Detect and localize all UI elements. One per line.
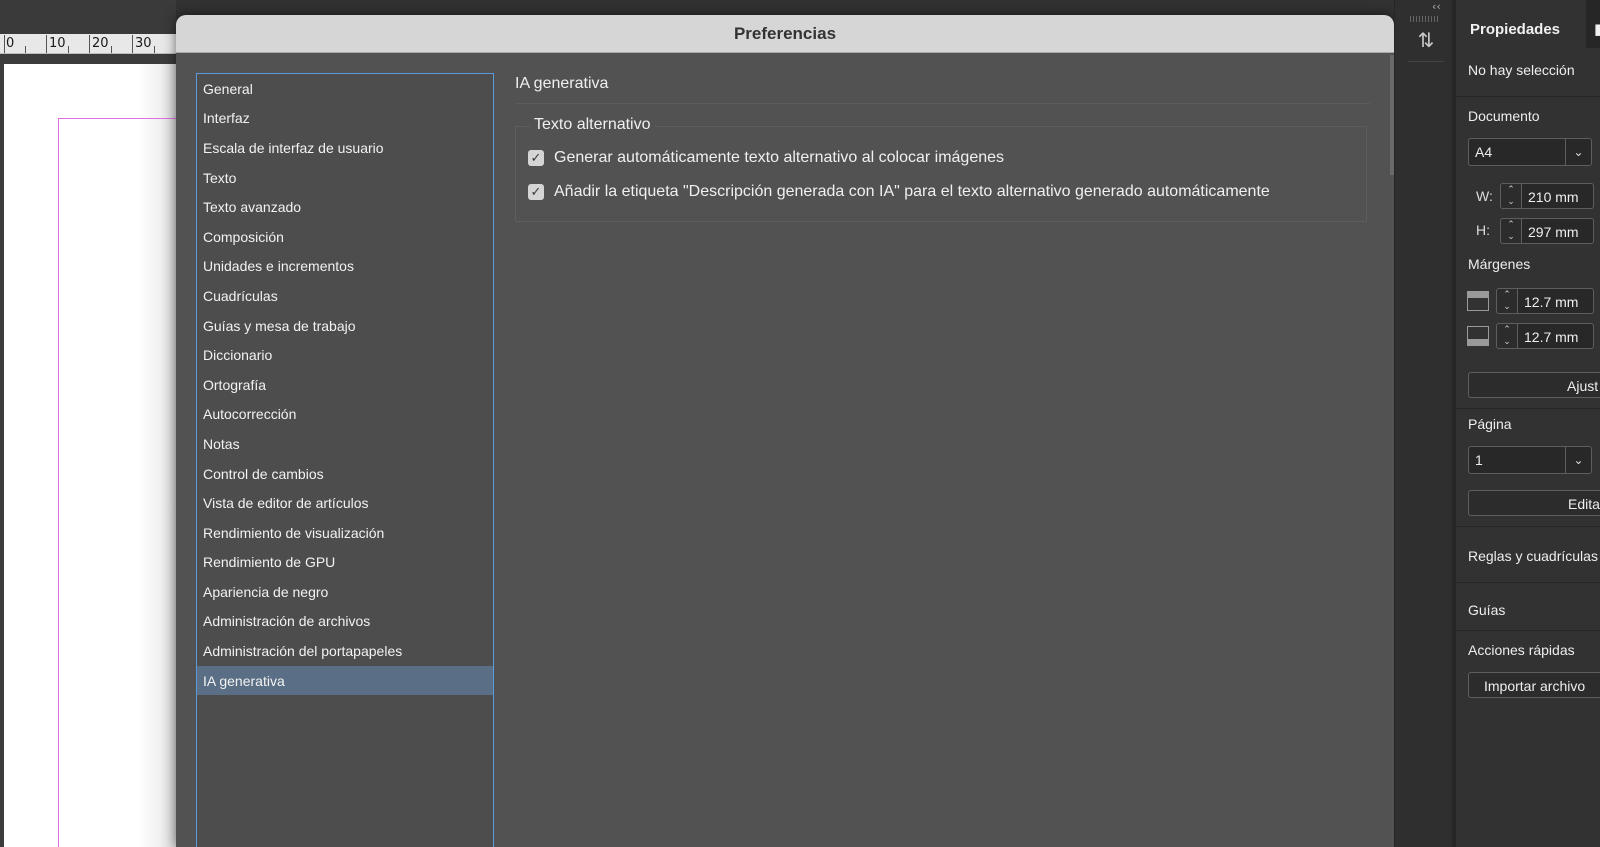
nav-item[interactable]: Texto avanzado — [197, 192, 493, 222]
option-ai-label-tag[interactable]: ✓ Añadir la etiqueta "Descripción genera… — [528, 175, 1354, 209]
separator — [1456, 96, 1600, 97]
properties-panel: Propiedades ▮ No hay selección Documento… — [1456, 0, 1600, 847]
nav-item[interactable]: Rendimiento de GPU — [197, 548, 493, 578]
preferences-category-list[interactable]: General Interfaz Escala de interfaz de usu… — [196, 73, 494, 847]
nav-item[interactable]: Cuadrículas — [197, 281, 493, 311]
ruler-label: 30 — [135, 36, 152, 51]
auto-alt-text-checkbox[interactable]: ✓ — [528, 150, 544, 166]
group-title: Texto alternativo — [530, 116, 655, 134]
chevron-down-icon[interactable]: ⌄ — [1565, 447, 1591, 473]
height-label: H: — [1476, 222, 1490, 238]
nav-item[interactable]: Autocorrección — [197, 400, 493, 430]
margin-bottom-input[interactable]: 12.7 mm — [1518, 323, 1594, 349]
nav-item[interactable]: Notas — [197, 429, 493, 459]
ruler-tick — [89, 35, 90, 53]
margin-guide — [58, 118, 176, 847]
ruler-tick — [132, 35, 133, 53]
nav-item[interactable]: Escala de interfaz de usuario — [197, 133, 493, 163]
panel-dock-strip — [1394, 0, 1452, 847]
nav-item[interactable]: Composición — [197, 222, 493, 252]
ruler-label: 0 — [6, 36, 15, 51]
margin-bottom-stepper[interactable]: ⌃ ⌄ — [1496, 323, 1518, 349]
selection-status: No hay selección — [1468, 62, 1575, 78]
dialog-title: Preferencias — [176, 15, 1394, 53]
section-title: IA generativa — [515, 75, 1370, 104]
preferences-content: IA generativa Texto alternativo ✓ Genera… — [515, 75, 1370, 222]
nav-item[interactable]: Control de cambios — [197, 459, 493, 489]
nav-item[interactable]: Vista de editor de artículos — [197, 488, 493, 518]
indesign-window: 0 10 20 30 Preferencias General Interfaz E… — [0, 0, 1600, 847]
collapse-panels-icon[interactable]: ‹‹ — [1432, 0, 1441, 13]
panel-grip-handle[interactable] — [1410, 16, 1440, 22]
canvas-top-strip — [0, 0, 176, 34]
option-label: Generar automáticamente texto alternativ… — [554, 149, 1005, 166]
nav-item[interactable]: Unidades e incrementos — [197, 252, 493, 282]
height-stepper[interactable]: ⌃ ⌄ — [1500, 218, 1522, 244]
nav-item[interactable]: Texto — [197, 163, 493, 193]
edit-page-button[interactable]: Edita — [1468, 490, 1600, 516]
alt-text-group: Texto alternativo ✓ Generar automáticame… — [515, 116, 1367, 222]
ruler-label: 10 — [49, 36, 66, 51]
tab-properties[interactable]: Propiedades — [1456, 0, 1586, 48]
import-file-button[interactable]: Importar archivo — [1468, 672, 1600, 698]
tab-next-partial[interactable]: ▮ — [1594, 20, 1600, 38]
page-size-select[interactable]: A4 ⌄ — [1468, 138, 1592, 166]
page-label: Página — [1468, 416, 1512, 432]
nav-item[interactable]: Administración del portapapeles — [197, 636, 493, 666]
nav-item[interactable]: Guías y mesa de trabajo — [197, 311, 493, 341]
nav-item[interactable]: General — [197, 74, 493, 104]
pages-panel-icon[interactable]: ⇅ — [1408, 28, 1444, 62]
rulers-grids-section[interactable]: Reglas y cuadrículas — [1468, 548, 1598, 564]
margin-bottom-icon — [1467, 326, 1489, 346]
preferences-dialog: Preferencias General Interfaz Escala de in… — [176, 15, 1394, 847]
separator — [1456, 630, 1600, 631]
horizontal-ruler[interactable]: 0 10 20 30 — [0, 34, 176, 54]
chevron-down-icon[interactable]: ⌄ — [1565, 139, 1591, 165]
margins-label: Márgenes — [1468, 256, 1531, 272]
ruler-tick — [25, 46, 26, 53]
ruler-tick — [154, 46, 155, 53]
width-label: W: — [1476, 188, 1493, 204]
quick-actions-label: Acciones rápidas — [1468, 642, 1575, 658]
nav-item[interactable]: IA generativa — [197, 665, 493, 696]
separator — [1456, 582, 1600, 583]
nav-item[interactable]: Apariencia de negro — [197, 577, 493, 607]
nav-item[interactable]: Administración de archivos — [197, 607, 493, 637]
separator — [1456, 526, 1600, 527]
ai-label-tag-checkbox[interactable]: ✓ — [528, 184, 544, 200]
nav-item[interactable]: Rendimiento de visualización — [197, 518, 493, 548]
height-input[interactable]: 297 mm — [1522, 218, 1594, 244]
nav-item[interactable]: Interfaz — [197, 104, 493, 134]
guides-section[interactable]: Guías — [1468, 602, 1505, 618]
margin-top-icon — [1467, 291, 1489, 311]
document-canvas: 0 10 20 30 — [0, 0, 176, 847]
margin-top-stepper[interactable]: ⌃ ⌄ — [1496, 288, 1518, 314]
nav-item[interactable]: Diccionario — [197, 340, 493, 370]
ruler-tick — [111, 46, 112, 53]
document-label: Documento — [1468, 108, 1540, 124]
panel-tabs: Propiedades ▮ — [1456, 0, 1600, 48]
option-label: Añadir la etiqueta "Descripción generada… — [554, 183, 1270, 200]
nav-item[interactable]: Ortografía — [197, 370, 493, 400]
ruler-tick — [68, 46, 69, 53]
ruler-label: 20 — [92, 36, 109, 51]
ruler-tick — [46, 35, 47, 53]
option-auto-alt-text[interactable]: ✓ Generar automáticamente texto alternat… — [528, 141, 1354, 175]
separator — [1456, 408, 1600, 409]
page-value: 1 — [1475, 452, 1483, 468]
page-select[interactable]: 1 ⌄ — [1468, 446, 1592, 474]
page-size-value: A4 — [1475, 144, 1493, 160]
width-input[interactable]: 210 mm — [1522, 183, 1594, 209]
width-stepper[interactable]: ⌃ ⌄ — [1500, 183, 1522, 209]
ruler-tick — [4, 35, 5, 53]
margin-top-input[interactable]: 12.7 mm — [1518, 288, 1594, 314]
adjust-layout-button[interactable]: Ajust — [1468, 372, 1600, 398]
